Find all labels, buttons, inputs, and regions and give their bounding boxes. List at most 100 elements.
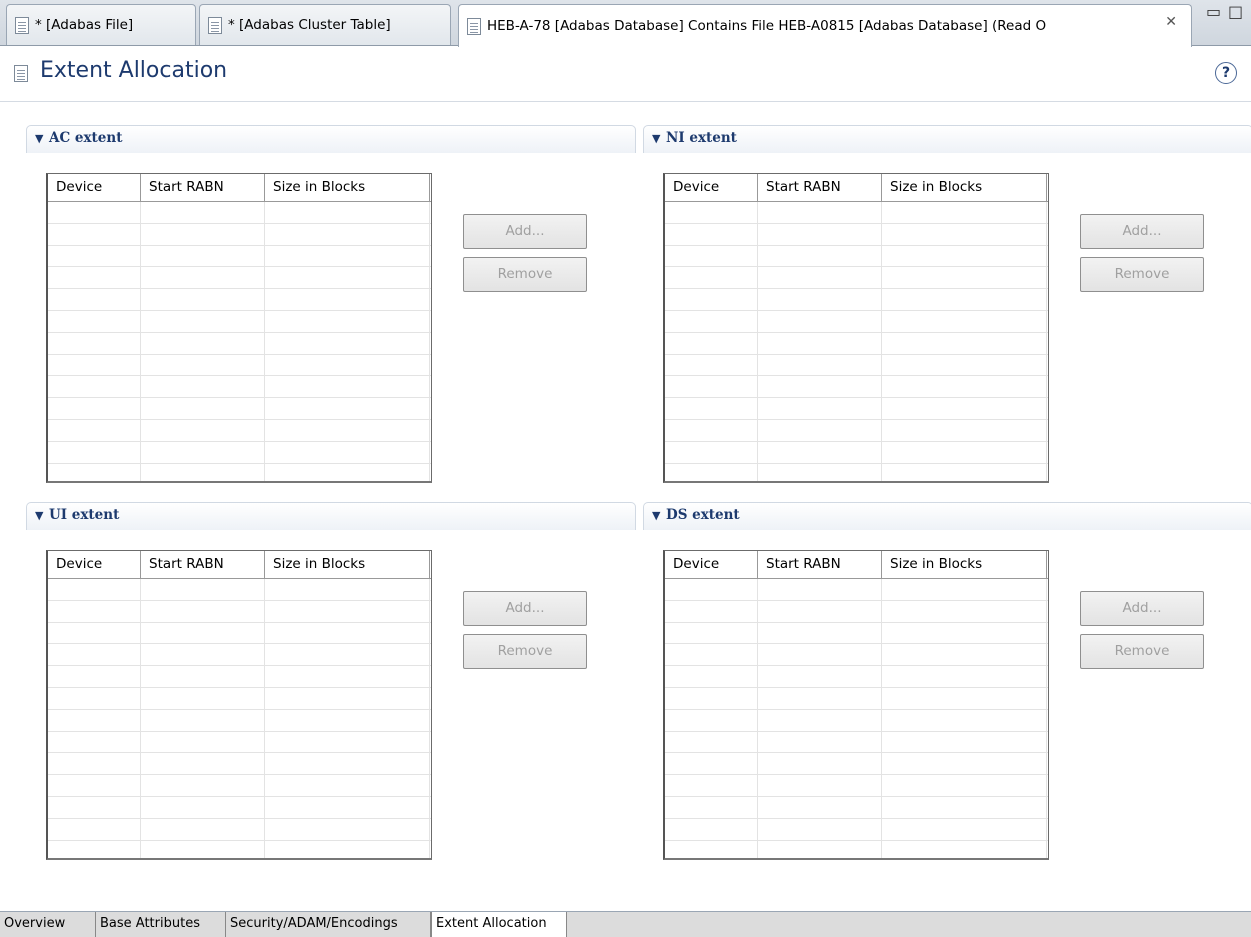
table-row[interactable] xyxy=(665,245,1048,268)
table-row[interactable] xyxy=(665,332,1048,355)
collapse-triangle-icon[interactable]: ▼ xyxy=(35,509,43,522)
table-row[interactable] xyxy=(48,796,431,819)
column-header-size-in-blocks[interactable]: Size in Blocks xyxy=(882,551,1047,578)
column-header-start-rabn[interactable]: Start RABN xyxy=(758,551,882,578)
column-header-device[interactable]: Device xyxy=(48,174,141,201)
table-row[interactable] xyxy=(665,419,1048,442)
table-row[interactable] xyxy=(48,731,431,754)
help-icon[interactable]: ? xyxy=(1215,62,1237,84)
ui-extent-header[interactable]: ▼ UI extent xyxy=(26,502,636,530)
ac-extent-table[interactable]: Device Start RABN Size in Blocks xyxy=(46,173,432,483)
table-row[interactable] xyxy=(665,289,1048,311)
table-row[interactable] xyxy=(48,332,431,355)
collapse-triangle-icon[interactable]: ▼ xyxy=(652,509,660,522)
ni-remove-button[interactable]: Remove xyxy=(1080,257,1204,292)
table-row[interactable] xyxy=(665,666,1048,688)
ui-extent-table[interactable]: Device Start RABN Size in Blocks xyxy=(46,550,432,860)
column-header-start-rabn[interactable]: Start RABN xyxy=(758,174,882,201)
column-header-size-in-blocks[interactable]: Size in Blocks xyxy=(265,174,430,201)
table-row[interactable] xyxy=(48,289,431,311)
ui-add-button[interactable]: Add... xyxy=(463,591,587,626)
table-row[interactable] xyxy=(665,398,1048,420)
close-icon[interactable]: ✕ xyxy=(1165,14,1177,30)
table-row[interactable] xyxy=(665,622,1048,645)
table-row[interactable] xyxy=(48,753,431,776)
table-row[interactable] xyxy=(665,267,1048,290)
table-row[interactable] xyxy=(48,644,431,667)
column-header-start-rabn[interactable]: Start RABN xyxy=(141,174,265,201)
editor-tab-database-contains-file[interactable]: HEB-A-78 [Adabas Database] Contains File… xyxy=(458,4,1192,47)
table-row[interactable] xyxy=(665,579,1048,601)
table-row[interactable] xyxy=(665,687,1048,710)
column-header-start-rabn[interactable]: Start RABN xyxy=(141,551,265,578)
ds-add-button[interactable]: Add... xyxy=(1080,591,1204,626)
table-row[interactable] xyxy=(665,796,1048,819)
table-row[interactable] xyxy=(48,398,431,420)
table-row[interactable] xyxy=(665,753,1048,776)
table-row[interactable] xyxy=(48,666,431,688)
table-row[interactable] xyxy=(48,709,431,732)
column-header-device[interactable]: Device xyxy=(665,551,758,578)
column-header-size-in-blocks[interactable]: Size in Blocks xyxy=(882,174,1047,201)
table-row[interactable] xyxy=(48,310,431,333)
table-row[interactable] xyxy=(665,223,1048,246)
ni-extent-table[interactable]: Device Start RABN Size in Blocks xyxy=(663,173,1049,483)
table-row[interactable] xyxy=(48,202,431,224)
ds-remove-button[interactable]: Remove xyxy=(1080,634,1204,669)
table-row[interactable] xyxy=(665,818,1048,841)
table-row[interactable] xyxy=(665,354,1048,377)
collapse-triangle-icon[interactable]: ▼ xyxy=(35,132,43,145)
table-row[interactable] xyxy=(665,441,1048,464)
table-row[interactable] xyxy=(48,687,431,710)
table-row[interactable] xyxy=(48,600,431,623)
minimize-icon[interactable]: ▭ xyxy=(1206,2,1221,21)
table-row[interactable] xyxy=(48,775,431,797)
table-row[interactable] xyxy=(48,840,431,858)
table-row[interactable] xyxy=(48,463,431,481)
ac-add-button[interactable]: Add... xyxy=(463,214,587,249)
table-row[interactable] xyxy=(665,644,1048,667)
tab-extent-allocation[interactable]: Extent Allocation xyxy=(431,912,567,937)
table-row[interactable] xyxy=(665,731,1048,754)
table-row[interactable] xyxy=(48,818,431,841)
table-row[interactable] xyxy=(665,840,1048,858)
column-header-device[interactable]: Device xyxy=(665,174,758,201)
table-row[interactable] xyxy=(48,419,431,442)
table-row[interactable] xyxy=(48,245,431,268)
ac-remove-button[interactable]: Remove xyxy=(463,257,587,292)
editor-tab-adabas-file[interactable]: * [Adabas File] xyxy=(6,4,196,45)
column-header-size-in-blocks[interactable]: Size in Blocks xyxy=(265,551,430,578)
table-row[interactable] xyxy=(665,202,1048,224)
collapse-triangle-icon[interactable]: ▼ xyxy=(652,132,660,145)
ui-extent-section: ▼ UI extent Device Start RABN Size in Blocks… xyxy=(26,502,636,872)
ni-extent-header[interactable]: ▼ NI extent xyxy=(643,125,1251,153)
table-row[interactable] xyxy=(48,579,431,601)
table-row[interactable] xyxy=(665,709,1048,732)
ui-remove-button[interactable]: Remove xyxy=(463,634,587,669)
maximize-icon[interactable]: □ xyxy=(1228,2,1243,21)
ds-extent-section: ▼ DS extent Device Start RABN Size in Blocks… xyxy=(643,502,1251,872)
tab-base-attributes[interactable]: Base Attributes xyxy=(96,912,226,937)
table-row[interactable] xyxy=(665,775,1048,797)
column-header-device[interactable]: Device xyxy=(48,551,141,578)
ds-extent-table[interactable]: Device Start RABN Size in Blocks xyxy=(663,550,1049,860)
table-row[interactable] xyxy=(665,376,1048,399)
tab-security-adam-encodings[interactable]: Security/ADAM/Encodings xyxy=(226,912,431,937)
ni-add-button[interactable]: Add... xyxy=(1080,214,1204,249)
table-row[interactable] xyxy=(48,267,431,290)
table-row[interactable] xyxy=(48,622,431,645)
ds-extent-header[interactable]: ▼ DS extent xyxy=(643,502,1251,530)
table-row[interactable] xyxy=(665,600,1048,623)
editor-tab-adabas-cluster-table[interactable]: * [Adabas Cluster Table] xyxy=(199,4,451,45)
tab-overview[interactable]: Overview xyxy=(0,912,96,937)
table-row[interactable] xyxy=(48,354,431,377)
table-row[interactable] xyxy=(665,310,1048,333)
table-row[interactable] xyxy=(665,463,1048,481)
ac-extent-header[interactable]: ▼ AC extent xyxy=(26,125,636,153)
table-row[interactable] xyxy=(48,223,431,246)
table-row[interactable] xyxy=(48,376,431,399)
editor-tab-label: * [Adabas File] xyxy=(35,17,134,33)
section-title: UI extent xyxy=(49,507,120,523)
document-icon xyxy=(15,16,29,34)
table-row[interactable] xyxy=(48,441,431,464)
